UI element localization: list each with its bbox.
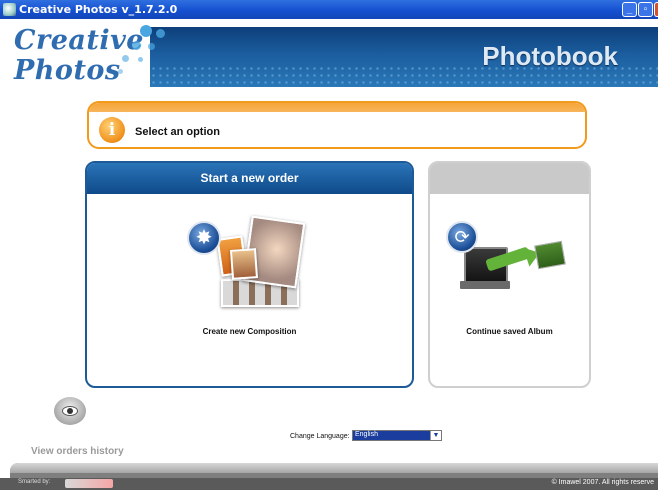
app-header: Creative Photos Photobook bbox=[0, 19, 658, 91]
close-button[interactable] bbox=[654, 2, 658, 17]
star-icon: ✸ bbox=[187, 221, 221, 255]
product-title: Photobook bbox=[482, 41, 618, 71]
memory-card-icon bbox=[534, 240, 566, 270]
prompt-bar: i Select an option bbox=[87, 101, 587, 149]
create-composition-image[interactable]: ✸ bbox=[187, 211, 312, 316]
title-bar: Creative Photos v_1.7.2.0 _ ▫ bbox=[0, 0, 658, 19]
minimize-button[interactable]: _ bbox=[622, 2, 637, 17]
vendor-logo bbox=[65, 479, 113, 488]
create-composition-label[interactable]: Create new Composition bbox=[87, 327, 412, 336]
continue-album-image[interactable]: ⟳ bbox=[446, 221, 571, 296]
new-order-panel[interactable]: Start a new order ✸ Create new Compositi… bbox=[85, 161, 414, 388]
chevron-down-icon[interactable]: ▼ bbox=[430, 431, 441, 440]
view-history-label[interactable]: View orders history bbox=[31, 446, 124, 457]
saved-album-header bbox=[430, 163, 589, 194]
new-order-title: Start a new order bbox=[200, 171, 299, 185]
continue-album-label[interactable]: Continue saved Album bbox=[430, 327, 589, 336]
window-title: Creative Photos v_1.7.2.0 bbox=[19, 3, 178, 16]
language-label: Change Language: bbox=[290, 433, 350, 440]
smarted-by-label: Smarted by: bbox=[18, 479, 51, 485]
language-select[interactable]: English ▼ bbox=[352, 430, 442, 441]
refresh-icon: ⟳ bbox=[446, 221, 478, 253]
maximize-button[interactable]: ▫ bbox=[638, 2, 653, 17]
language-selected: English bbox=[355, 431, 378, 438]
logo-line-2: Photos bbox=[14, 55, 121, 86]
logo-bubbles bbox=[118, 25, 178, 85]
prompt-text: Select an option bbox=[135, 126, 220, 138]
app-icon bbox=[3, 3, 16, 16]
info-icon: i bbox=[99, 117, 125, 143]
view-history-button[interactable] bbox=[54, 397, 86, 425]
copyright-text: © Imawel 2007. All rights reserve bbox=[551, 479, 654, 486]
saved-album-panel[interactable]: ⟳ Continue saved Album bbox=[428, 161, 591, 388]
